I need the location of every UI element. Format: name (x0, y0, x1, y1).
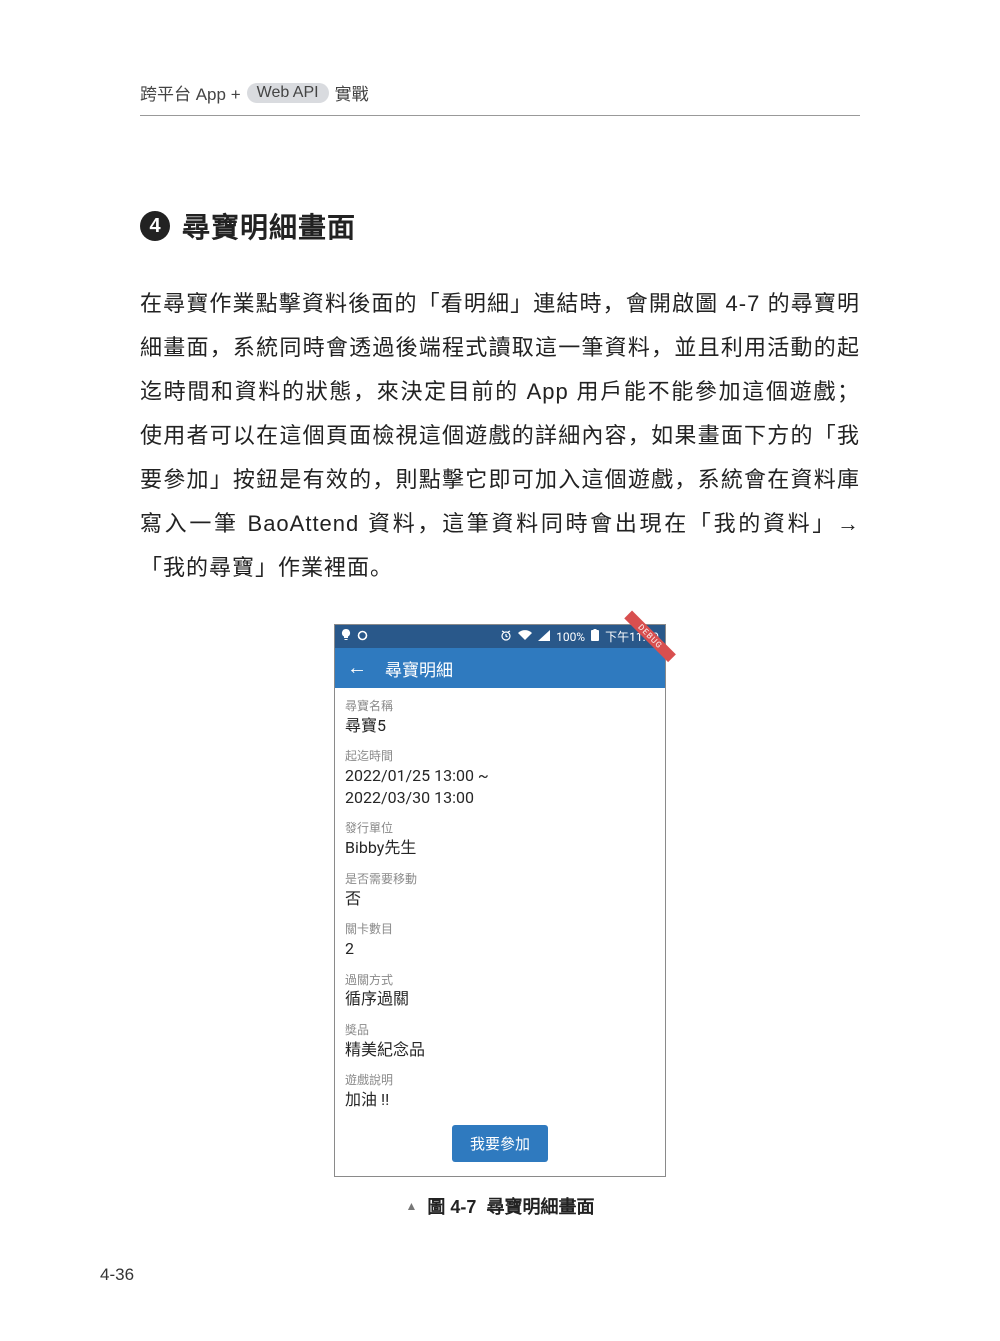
appbar-title: 尋寶明細 (385, 656, 453, 681)
battery-percent: 100% (556, 630, 585, 644)
field-mode: 過關方式 循序過關 (345, 966, 655, 1016)
field-time: 起迄時間 2022/01/25 13:00 ~ 2022/03/30 13:00 (345, 742, 655, 814)
caption-marker-icon: ▲ (406, 1199, 418, 1213)
lightbulb-icon (341, 629, 351, 644)
body-paragraph: 在尋寶作業點擊資料後面的「看明細」連結時，會開啟圖 4-7 的尋寶明細畫面，系統… (140, 282, 860, 590)
field-value: 尋寶5 (345, 715, 655, 739)
field-value: Bibby先生 (345, 837, 655, 861)
field-issuer: 發行單位 Bibby先生 (345, 814, 655, 864)
field-desc: 遊戲說明 加油 !! (345, 1066, 655, 1116)
field-value: 2 (345, 938, 655, 962)
field-value: 否 (345, 888, 655, 912)
field-label: 是否需要移動 (345, 871, 655, 888)
header-chip: Web API (247, 83, 329, 103)
wifi-icon (518, 630, 532, 644)
field-value: 精美紀念品 (345, 1039, 655, 1063)
figure-number: 圖 4-7 (427, 1193, 476, 1219)
field-name: 尋寶名稱 尋寶5 (345, 692, 655, 742)
back-icon[interactable]: ← (347, 655, 367, 680)
field-prize: 獎品 精美紀念品 (345, 1016, 655, 1066)
section-heading: 4 尋寶明細畫面 (140, 206, 860, 246)
running-header: 跨平台 App + Web API 實戰 (140, 80, 860, 116)
signal-icon (538, 630, 550, 644)
app-bar: ← 尋寶明細 (335, 648, 665, 688)
alarm-icon (500, 629, 512, 644)
section-title-text: 尋寶明細畫面 (182, 206, 356, 246)
battery-icon (591, 629, 599, 644)
phone-screenshot: 100% 下午11:59 DEBUG ← 尋寶明細 尋寶名稱 尋寶5 (334, 624, 666, 1177)
figure-caption: ▲ 圖 4-7 尋寶明細畫面 (406, 1193, 595, 1219)
circle-icon (357, 630, 368, 644)
header-suffix: 實戰 (335, 80, 369, 105)
field-label: 過關方式 (345, 972, 655, 989)
field-label: 起迄時間 (345, 748, 655, 765)
status-bar: 100% 下午11:59 DEBUG (335, 625, 665, 648)
section-number-badge: 4 (140, 211, 170, 241)
field-value: 加油 !! (345, 1089, 655, 1113)
field-label: 獎品 (345, 1022, 655, 1039)
field-label: 尋寶名稱 (345, 698, 655, 715)
detail-form: 尋寶名稱 尋寶5 起迄時間 2022/01/25 13:00 ~ 2022/03… (335, 688, 665, 1176)
field-label: 遊戲說明 (345, 1072, 655, 1089)
join-button[interactable]: 我要參加 (452, 1125, 548, 1162)
field-value: 2022/01/25 13:00 ~ 2022/03/30 13:00 (345, 765, 655, 810)
field-label: 發行單位 (345, 820, 655, 837)
field-stages: 關卡數目 2 (345, 915, 655, 965)
field-move: 是否需要移動 否 (345, 865, 655, 915)
field-label: 關卡數目 (345, 921, 655, 938)
figure-title: 尋寶明細畫面 (486, 1193, 594, 1219)
field-value: 循序過關 (345, 988, 655, 1012)
page-number: 4-36 (100, 1265, 134, 1285)
header-prefix: 跨平台 App + (140, 80, 241, 105)
